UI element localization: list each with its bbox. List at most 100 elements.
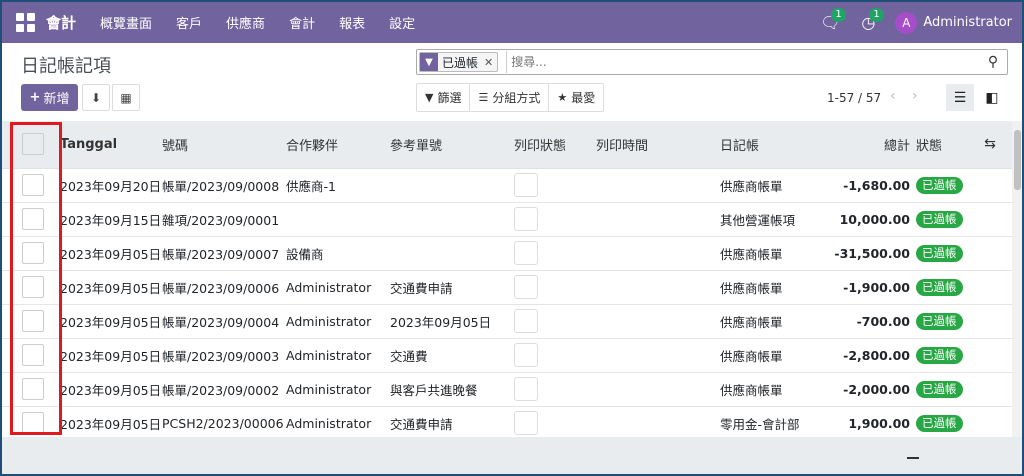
search-facet: ▼ 已過帳 ✕ [419,52,499,72]
activities-count-badge: 1 [869,7,884,22]
kanban-view-button[interactable]: ◧ [978,84,1006,111]
table-row[interactable]: 2023年09月05日 帳單/2023/09/0004 Administrator 2… [2,304,1012,338]
status-badge: 已過帳 [916,414,963,432]
cell-journal: 供應商帳單 [720,348,783,364]
column-header-date[interactable]: Tanggal [60,121,162,169]
facet-remove-icon[interactable]: ✕ [482,56,497,69]
cell-number: 帳單/2023/09/0003 [162,348,280,364]
pager-value[interactable]: 1-57 / 57 [827,91,881,105]
menu-item-vendors[interactable]: 供應商 [226,13,265,32]
cell-empty [968,304,1012,338]
column-header-partner[interactable]: 合作夥伴 [286,121,390,169]
table-row[interactable]: 2023年09月15日 雜項/2023/09/0001 其他營運帳項 10,000.0… [2,202,1012,236]
cell-print-status [514,338,596,372]
app-window: 會計 概覽畫面 客戶 供應商 會計 報表 設定 🗨 1 ◷ 1 A Admini… [0,0,1024,476]
cell-print-status [514,236,596,270]
print-status-checkbox[interactable] [514,241,538,265]
apps-menu-icon[interactable] [16,12,36,33]
print-status-checkbox[interactable] [514,377,538,401]
cell-print-status [514,270,596,304]
download-button[interactable]: ⬇ [82,84,110,111]
cell-journal: 其他營運帳項 [720,212,796,228]
column-header-print-status[interactable]: 列印狀態 [514,121,596,169]
top-navbar: 會計 概覽畫面 客戶 供應商 會計 報表 設定 🗨 1 ◷ 1 A Admini… [2,2,1022,43]
search-icon[interactable]: ⚲ [983,54,1003,70]
table-row[interactable]: 2023年09月20日 帳單/2023/09/0008 供應商-1 供應商帳單 -1,6… [2,168,1012,202]
cell-print-time [596,372,720,406]
menu-item-settings[interactable]: 設定 [389,13,415,32]
print-status-checkbox[interactable] [514,207,538,231]
column-header-journal[interactable]: 日記帳 [720,121,820,169]
status-badge: 已過帳 [916,278,963,296]
print-status-checkbox[interactable] [514,173,538,197]
cell-status: 已過帳 [916,304,968,338]
cell-print-time [596,202,720,236]
cell-status: 已過帳 [916,236,968,270]
column-header-number[interactable]: 號碼 [162,121,286,169]
print-status-checkbox[interactable] [514,411,538,435]
cell-ref [390,202,514,236]
cell-number: 帳單/2023/09/0008 [162,178,280,194]
cell-number: 帳單/2023/09/0004 [162,314,280,330]
cell-ref: 2023年09月05日 [390,314,492,330]
optional-columns-icon[interactable]: ⇆ [968,121,1012,169]
cell-print-time [596,236,720,270]
cell-status: 已過帳 [916,202,968,236]
user-name[interactable]: Administrator [923,15,1012,30]
new-button[interactable]: + 新增 [21,84,78,111]
cell-print-status [514,304,596,338]
list-view-button[interactable]: ☰ [946,84,974,111]
table-row[interactable]: 2023年09月05日 帳單/2023/09/0007 設備商 供應商帳單 -31,50… [2,236,1012,270]
print-status-checkbox[interactable] [514,275,538,299]
activities-button[interactable]: ◷ 1 [857,7,884,34]
cell-empty [968,168,1012,202]
messages-button[interactable]: 🗨 1 [819,7,846,34]
list-footer [2,437,1022,474]
cell-partner: Administrator [286,313,372,329]
status-badge: 已過帳 [916,176,963,194]
pager-next-icon[interactable]: › [912,88,918,104]
column-header-print-time[interactable]: 列印時間 [596,121,720,169]
cell-date: 2023年09月05日 [60,314,162,330]
app-brand[interactable]: 會計 [46,12,76,33]
new-button-label: 新增 [43,92,70,107]
menu-item-overview[interactable]: 概覽畫面 [100,13,152,32]
menu-item-accounting[interactable]: 會計 [289,13,315,32]
cell-print-status [514,168,596,202]
highlight-box [10,122,62,435]
table-row[interactable]: 2023年09月05日 帳單/2023/09/0006 Administrator 交… [2,270,1012,304]
pager-prev-icon[interactable]: ‹ [890,88,896,104]
filters-button[interactable]: ▼ 篩選 [417,84,471,111]
cell-partner: 設備商 [286,246,324,262]
cell-print-time [596,406,720,437]
menu-item-reports[interactable]: 報表 [339,13,365,32]
user-avatar[interactable]: A [895,11,918,34]
status-badge: 已過帳 [916,346,963,364]
table-row[interactable]: 2023年09月05日 PCSH2/2023/00006 Administrator… [2,406,1012,437]
scrollbar-thumb[interactable] [1014,130,1021,190]
status-badge: 已過帳 [916,380,963,398]
kanban-icon: ◧ [985,89,999,106]
cell-ref: 交通費 [390,348,428,364]
cell-date: 2023年09月20日 [60,178,162,194]
table-row[interactable]: 2023年09月05日 帳單/2023/09/0003 Administrator 交… [2,338,1012,372]
column-header-ref[interactable]: 參考單號 [390,121,514,169]
search-input[interactable] [506,51,983,73]
search-options-toolbar: ▼ 篩選 ☰ 分組方式 ★ 最愛 [416,83,605,112]
print-status-checkbox[interactable] [514,343,538,367]
spreadsheet-button[interactable]: ▦ [112,84,140,111]
cell-print-status [514,202,596,236]
column-header-status[interactable]: 狀態 [916,121,968,169]
menu-item-customers[interactable]: 客戶 [176,13,202,32]
list-view: Tanggal 號碼 合作夥伴 參考單號 列印狀態 列印時間 日記帳 總計 狀態… [2,121,1022,437]
print-status-checkbox[interactable] [514,309,538,333]
cell-number: 帳單/2023/09/0006 [162,280,280,296]
cell-ref: 交通費申請 [390,280,453,296]
table-row[interactable]: 2023年09月05日 帳單/2023/09/0002 Administrator 與… [2,372,1012,406]
group-by-button[interactable]: ☰ 分組方式 [470,84,550,111]
favorites-button[interactable]: ★ 最愛 [549,84,603,111]
column-header-total[interactable]: 總計 [820,121,916,169]
cell-empty [968,270,1012,304]
cell-ref [390,236,514,270]
cell-status: 已過帳 [916,338,968,372]
